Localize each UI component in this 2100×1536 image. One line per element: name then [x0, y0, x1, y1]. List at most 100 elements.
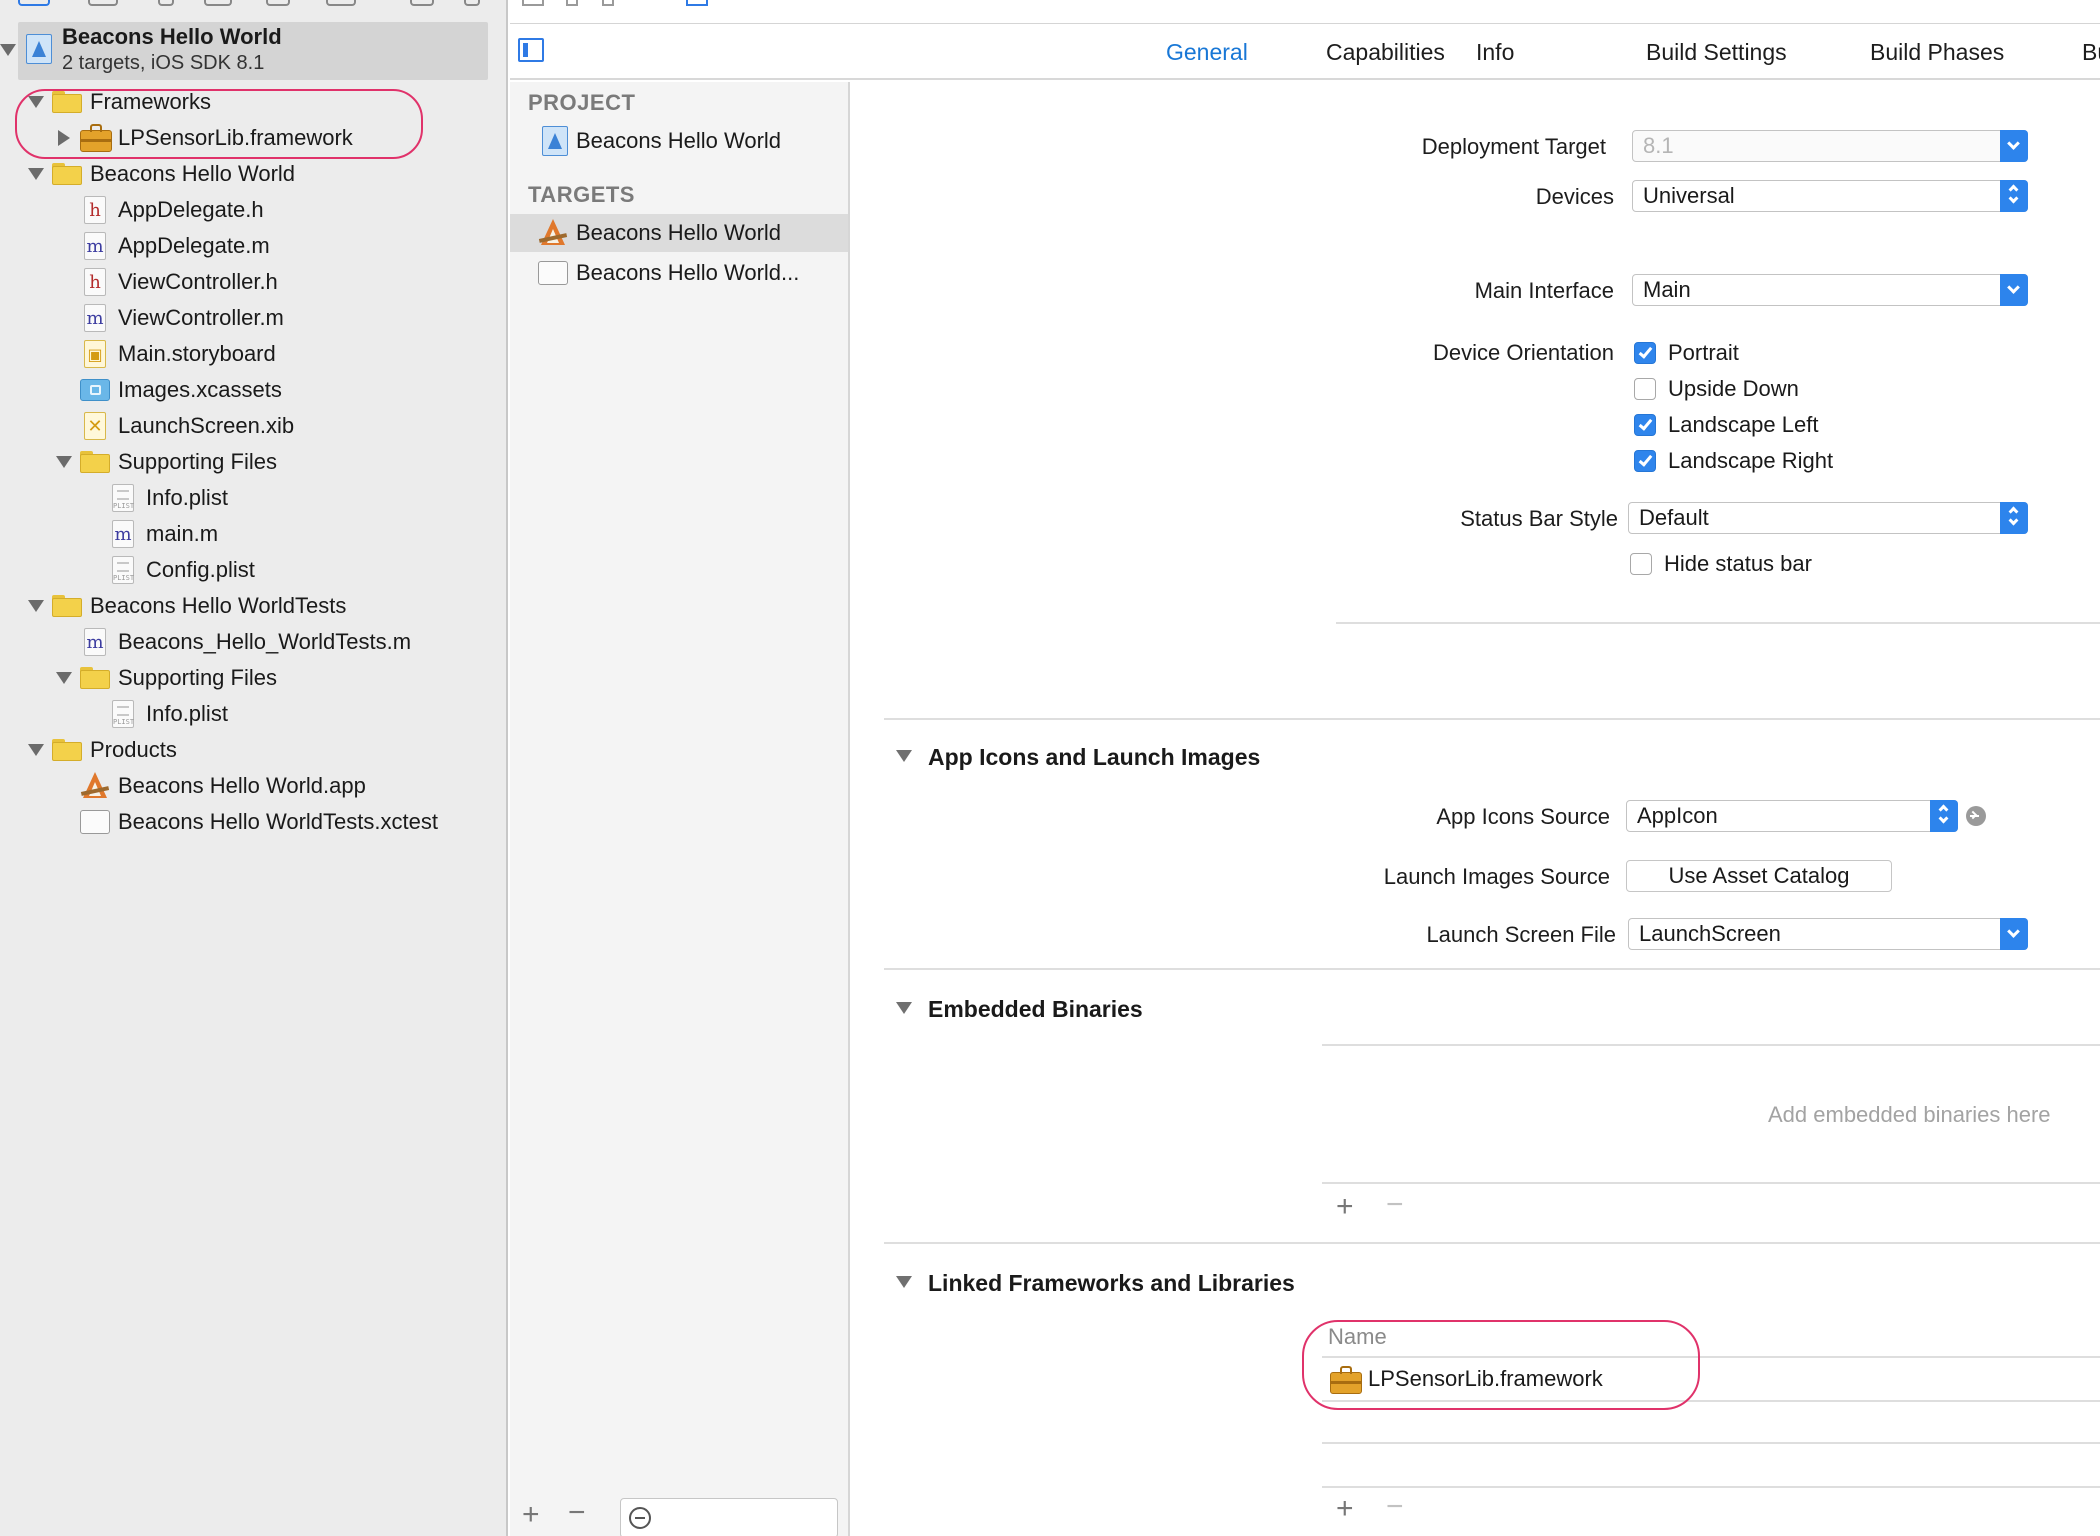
deployment-target-value: 8.1 [1643, 133, 1674, 158]
tree-item-supporting-files-group[interactable]: Supporting Files [0, 445, 506, 479]
project-root-row[interactable]: Beacons Hello World 2 targets, iOS SDK 8… [18, 22, 488, 80]
back-arrow-icon[interactable] [566, 0, 578, 6]
upside-down-label: Upside Down [1668, 376, 1799, 401]
section-disclosure-icon[interactable] [896, 750, 912, 762]
tree-item-file[interactable]: PLIST Info.plist [0, 697, 506, 731]
tab-capabilities[interactable]: Capabilities [1326, 36, 1445, 68]
tree-item-app-group[interactable]: Beacons Hello World [0, 157, 506, 191]
portrait-checkbox[interactable] [1634, 342, 1656, 364]
remove-framework-icon[interactable]: − [1386, 1492, 1404, 1522]
chevron-down-icon[interactable] [2000, 918, 2028, 950]
editor-tab-bar: General Capabilities Info Build Settings… [510, 24, 2100, 80]
deployment-target-combobox[interactable]: 8.1 [1632, 130, 2028, 162]
disclosure-open-icon[interactable] [28, 744, 44, 756]
test-bundle-icon [538, 261, 568, 285]
tree-item-file[interactable]: PLIST Config.plist [0, 553, 506, 587]
project-disclosure-icon[interactable] [0, 44, 16, 56]
symbol-navigator-tab-icon[interactable] [88, 0, 118, 6]
tree-item-file[interactable]: h ViewController.h [0, 265, 506, 299]
tree-item-file[interactable]: m main.m [0, 517, 506, 551]
status-bar-style-value: Default [1639, 505, 1709, 530]
tree-item-file[interactable]: PLIST Info.plist [0, 481, 506, 515]
app-icons-source-popup[interactable]: AppIcon [1626, 800, 1958, 832]
show-targets-list-icon[interactable] [518, 38, 544, 62]
debug-navigator-tab-icon[interactable] [326, 0, 356, 6]
tab-general[interactable]: General [1166, 36, 1248, 68]
report-navigator-tab-icon[interactable] [464, 0, 480, 6]
filter-field[interactable] [620, 1498, 838, 1536]
issue-navigator-tab-icon[interactable] [204, 0, 232, 6]
project-list-item[interactable]: Beacons Hello World [510, 122, 848, 160]
section-disclosure-icon[interactable] [896, 1276, 912, 1288]
main-interface-combobox[interactable]: Main [1632, 274, 2028, 306]
tree-item-file[interactable]: m Beacons_Hello_WorldTests.m [0, 625, 506, 659]
use-asset-catalog-button[interactable]: Use Asset Catalog [1626, 860, 1892, 892]
go-to-asset-icon[interactable] [1966, 806, 1986, 826]
upside-down-checkbox[interactable] [1634, 378, 1656, 400]
targets-section-header: TARGETS [528, 182, 635, 207]
landscape-right-checkbox[interactable] [1634, 450, 1656, 472]
find-navigator-tab-icon[interactable] [158, 0, 174, 6]
remove-embedded-binary-icon[interactable]: − [1386, 1190, 1404, 1220]
landscape-left-checkbox[interactable] [1634, 414, 1656, 436]
launch-screen-file-combobox[interactable]: LaunchScreen [1628, 918, 2028, 950]
tree-item-tests-group[interactable]: Beacons Hello WorldTests [0, 589, 506, 623]
chevron-down-icon[interactable] [2000, 274, 2028, 306]
devices-popup[interactable]: Universal [1632, 180, 2028, 212]
related-items-icon[interactable] [522, 0, 544, 6]
tree-item-label: Products [90, 737, 177, 762]
test-navigator-tab-icon[interactable] [266, 0, 290, 6]
remove-target-icon[interactable]: − [568, 1498, 586, 1528]
target-label: Beacons Hello World [576, 220, 782, 245]
target-list-item-app[interactable]: Beacons Hello World [510, 214, 848, 252]
hide-status-bar-checkbox[interactable] [1630, 553, 1652, 575]
app-icon [80, 772, 110, 800]
source-file-icon: m [84, 304, 106, 332]
tree-item-file[interactable]: h AppDelegate.h [0, 193, 506, 227]
disclosure-open-icon[interactable] [56, 672, 72, 684]
updown-arrows-icon[interactable] [2000, 502, 2028, 534]
tree-item-file[interactable]: Images.xcassets [0, 373, 506, 407]
tree-item-label: Config.plist [146, 557, 255, 582]
target-list-item-tests[interactable]: Beacons Hello World... [510, 254, 848, 292]
disclosure-open-icon[interactable] [28, 600, 44, 612]
project-file-icon[interactable] [686, 0, 708, 6]
tree-item-label: Supporting Files [118, 449, 277, 474]
status-bar-style-popup[interactable]: Default [1628, 502, 2028, 534]
add-embedded-binary-icon[interactable]: + [1336, 1192, 1354, 1222]
tree-item-file[interactable]: ✕ LaunchScreen.xib [0, 409, 506, 443]
tab-info[interactable]: Info [1476, 36, 1514, 68]
tree-item-file[interactable]: m AppDelegate.m [0, 229, 506, 263]
disclosure-open-icon[interactable] [28, 168, 44, 180]
disclosure-open-icon[interactable] [56, 456, 72, 468]
tree-item-file[interactable]: Beacons Hello WorldTests.xctest [0, 805, 506, 839]
tree-item-file[interactable]: Beacons Hello World.app [0, 769, 506, 803]
devices-value: Universal [1643, 183, 1735, 208]
chevron-down-icon[interactable] [2000, 130, 2028, 162]
project-name: Beacons Hello World [62, 24, 282, 49]
tree-item-label: Info.plist [146, 485, 228, 510]
tree-item-file[interactable]: m ViewController.m [0, 301, 506, 335]
tree-item-label: AppDelegate.m [118, 233, 270, 258]
folder-icon [80, 451, 110, 473]
project-subtitle: 2 targets, iOS SDK 8.1 [62, 52, 265, 74]
xib-file-icon: ✕ [84, 412, 106, 440]
section-disclosure-icon[interactable] [896, 1002, 912, 1014]
updown-arrows-icon[interactable] [1930, 800, 1958, 832]
add-target-icon[interactable]: + [522, 1500, 540, 1530]
table-row-border [1322, 1442, 2100, 1444]
tree-item-products-group[interactable]: Products [0, 733, 506, 767]
project-navigator-tab-icon[interactable] [18, 0, 50, 6]
tree-item-file[interactable]: ▣ Main.storyboard [0, 337, 506, 371]
tree-item-label: Info.plist [146, 701, 228, 726]
xcode-project-icon [542, 126, 568, 156]
tab-build-rules[interactable]: Bu [2082, 36, 2100, 68]
forward-arrow-icon[interactable] [602, 0, 614, 6]
breakpoint-navigator-tab-icon[interactable] [410, 0, 434, 6]
xcode-window: Beacons Hello World 2 targets, iOS SDK 8… [0, 0, 2100, 1536]
add-framework-icon[interactable]: + [1336, 1494, 1354, 1524]
updown-arrows-icon[interactable] [2000, 180, 2028, 212]
tab-build-phases[interactable]: Build Phases [1870, 36, 2004, 68]
tree-item-supporting-files-group[interactable]: Supporting Files [0, 661, 506, 695]
tab-build-settings[interactable]: Build Settings [1646, 36, 1787, 68]
